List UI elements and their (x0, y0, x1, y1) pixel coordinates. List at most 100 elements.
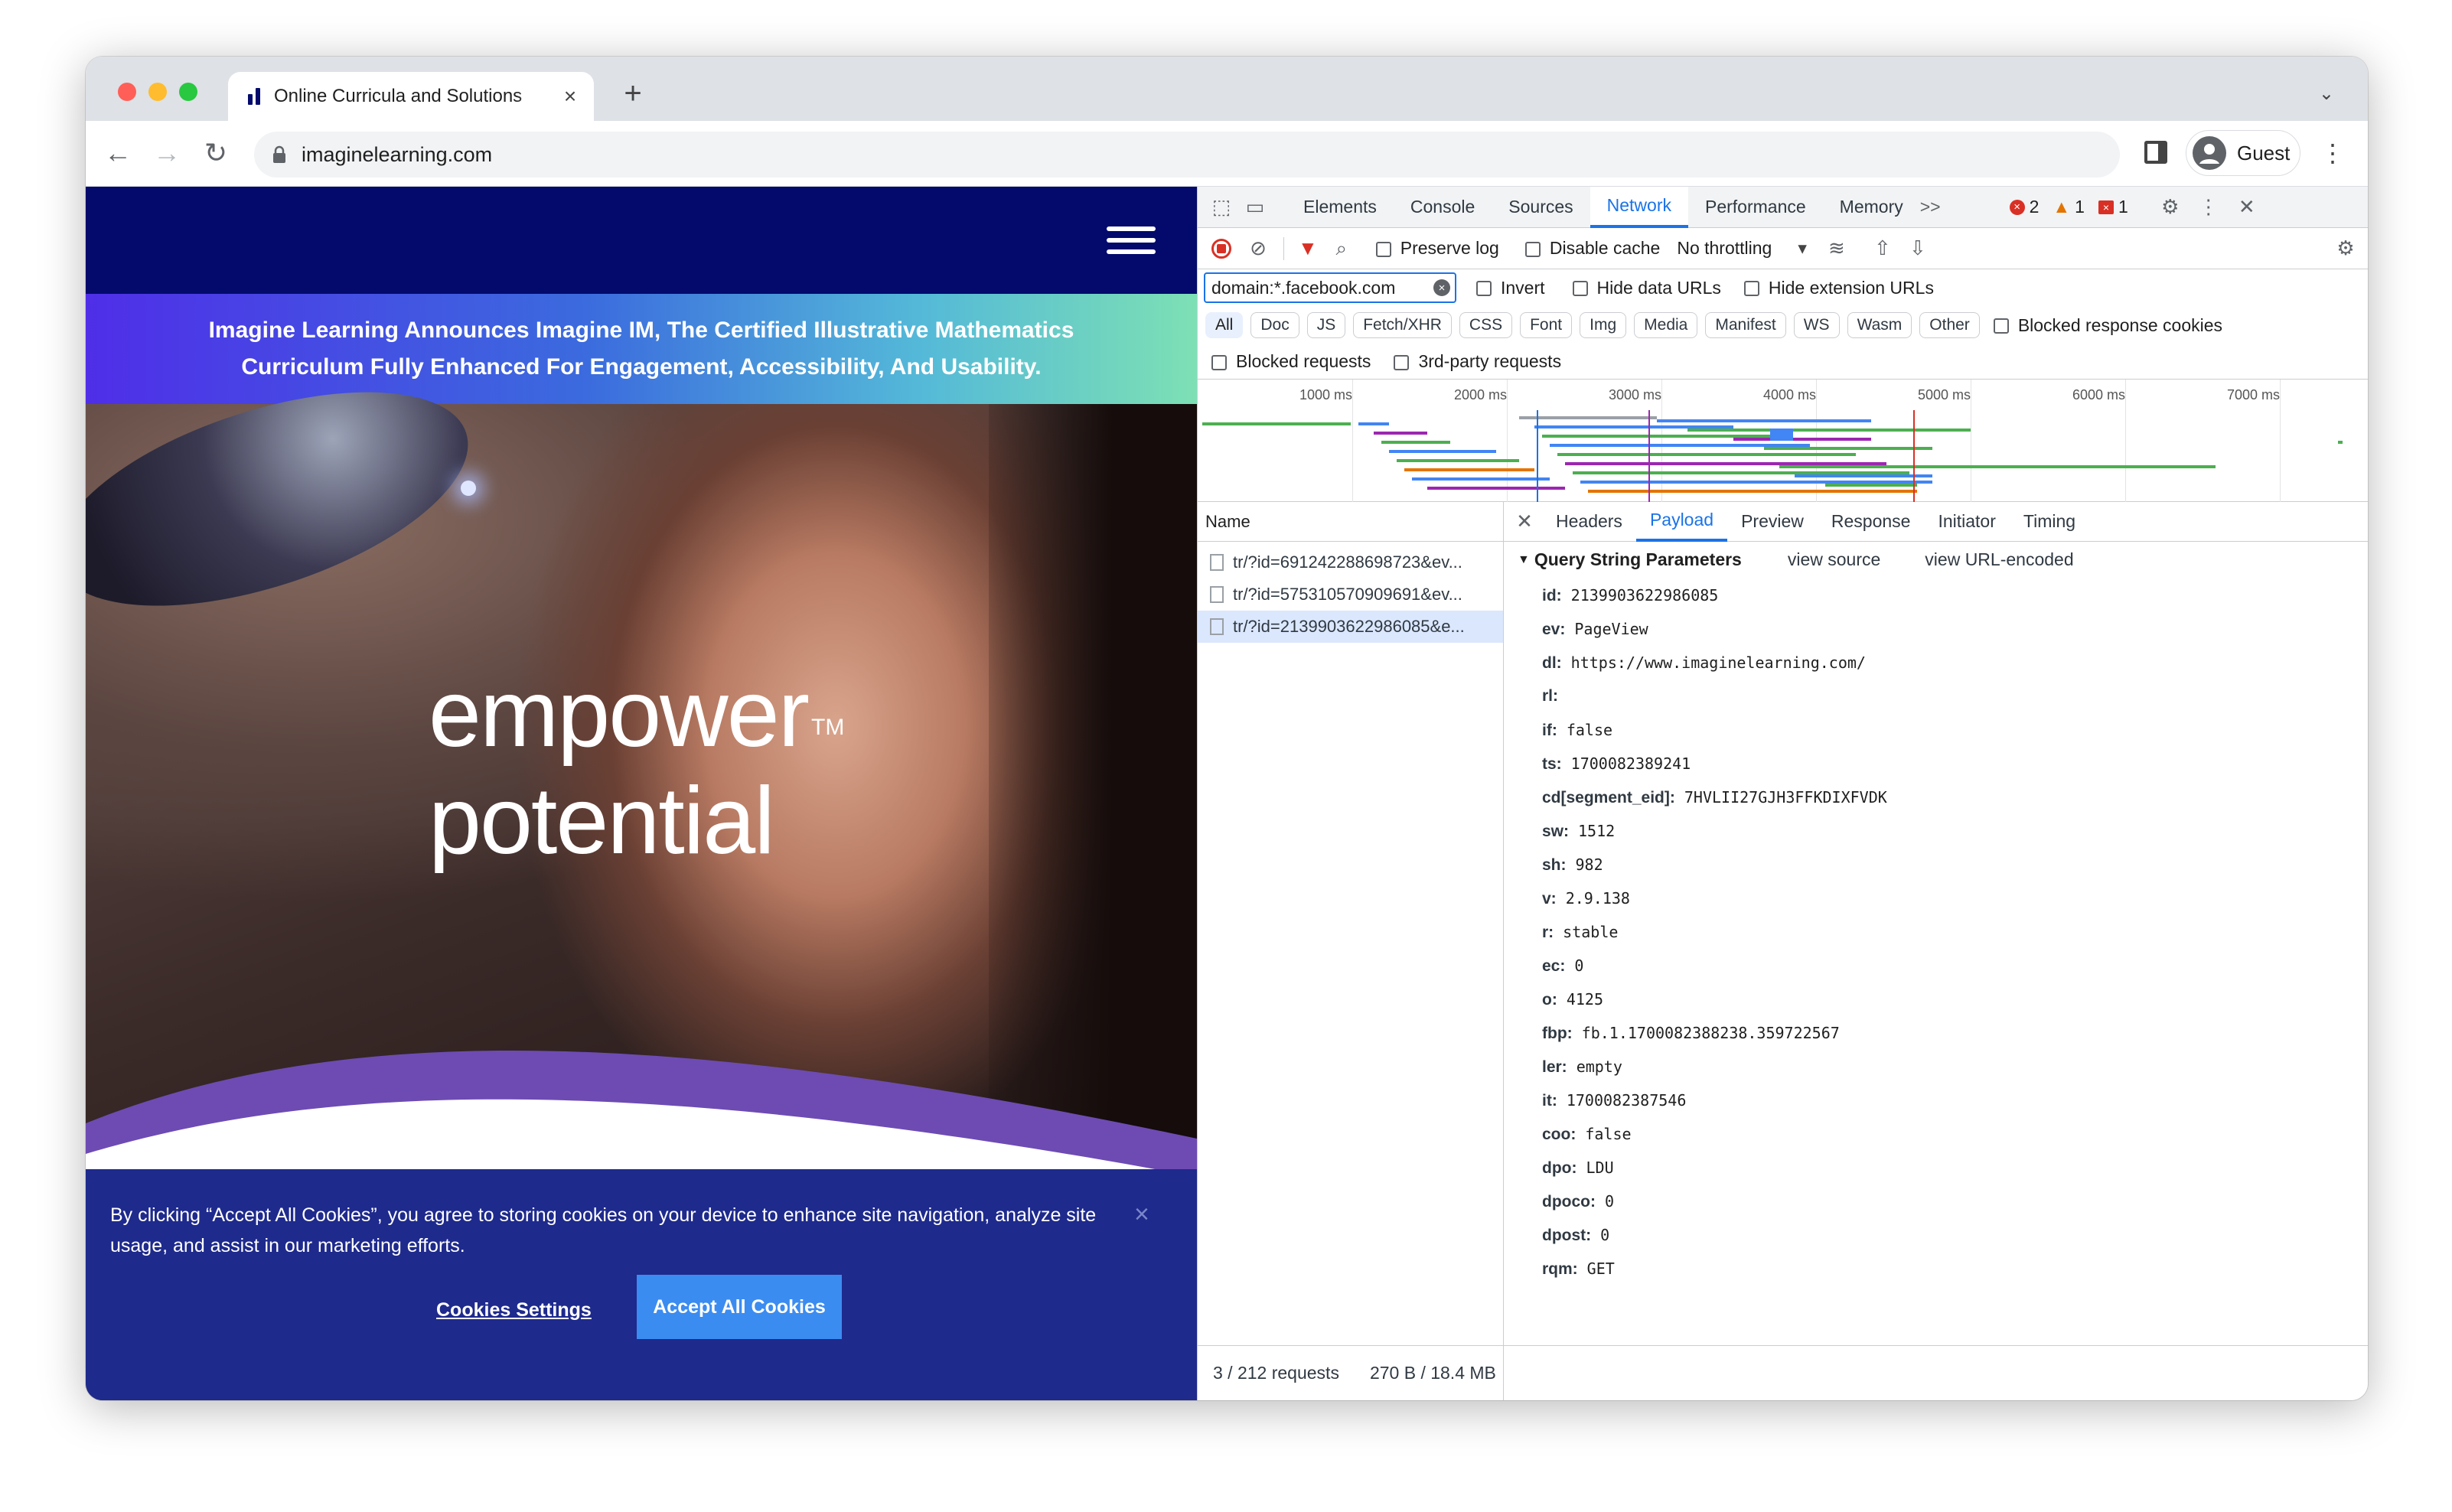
record-stop-icon[interactable] (1211, 238, 1231, 259)
close-devtools-icon[interactable]: ✕ (2235, 195, 2258, 219)
filter-all[interactable]: All (1205, 312, 1244, 338)
settings-gear-icon[interactable]: ⚙ (2159, 195, 2182, 219)
hide-data-urls-checkbox[interactable]: Hide data URLs (1572, 278, 1721, 298)
throttling-select[interactable]: No throttling ▾ (1677, 238, 1807, 259)
tab-elements[interactable]: Elements (1286, 187, 1394, 228)
warning-count-badge[interactable]: ▲ 1 (2053, 197, 2085, 217)
query-param-row: dpo: LDU (1542, 1158, 1614, 1178)
tab-console[interactable]: Console (1394, 187, 1492, 228)
detail-bottom-area (1504, 1345, 2368, 1400)
filter-font[interactable]: Font (1520, 312, 1573, 338)
param-value: false (1566, 721, 1613, 739)
param-key: dl: (1542, 654, 1562, 672)
hide-extension-urls-checkbox[interactable]: Hide extension URLs (1743, 277, 1934, 298)
network-settings-gear-icon[interactable]: ⚙ (2334, 236, 2357, 260)
tab-preview[interactable]: Preview (1727, 502, 1818, 542)
hamburger-menu-icon[interactable] (1107, 226, 1156, 254)
filter-ws[interactable]: WS (1793, 312, 1840, 338)
tab-timing[interactable]: Timing (2010, 502, 2089, 542)
clear-filter-icon[interactable]: × (1433, 279, 1450, 296)
filter-css[interactable]: CSS (1459, 312, 1513, 338)
disable-cache-label: Disable cache (1549, 238, 1661, 258)
error-count: 2 (2029, 197, 2040, 217)
view-source-link[interactable]: view source (1788, 549, 1880, 570)
zoom-window-button[interactable] (179, 83, 197, 101)
view-url-encoded-link[interactable]: view URL-encoded (1925, 549, 2073, 570)
side-panel-icon[interactable] (2144, 141, 2167, 164)
third-party-requests-checkbox[interactable]: 3rd-party requests (1394, 351, 1561, 372)
invert-checkbox[interactable]: Invert (1476, 278, 1545, 298)
param-value: 4125 (1566, 990, 1603, 1009)
tab-payload[interactable]: Payload (1635, 502, 1728, 542)
tab-close-icon[interactable]: × (559, 84, 582, 109)
param-value: false (1585, 1125, 1632, 1143)
filter-funnel-icon[interactable]: ▼ (1298, 236, 1318, 260)
blocked-response-cookies-checkbox[interactable]: Blocked response cookies (1993, 315, 2222, 336)
filter-media[interactable]: Media (1634, 312, 1698, 338)
reload-icon[interactable]: ↻ (199, 138, 233, 168)
search-icon[interactable]: ⌕ (1330, 236, 1353, 260)
query-string-section-header[interactable]: ▼ Query String Parameters view source vi… (1518, 549, 2074, 570)
browser-tab[interactable]: Online Curricula and Solutions × (228, 72, 594, 121)
filter-input[interactable]: domain:*.facebook.com × (1204, 272, 1456, 303)
new-tab-button[interactable]: + (614, 77, 652, 111)
import-har-icon[interactable]: ⇧ (1871, 236, 1894, 260)
close-detail-icon[interactable]: ✕ (1513, 510, 1536, 533)
invert-label: Invert (1501, 277, 1545, 298)
filter-js[interactable]: JS (1306, 312, 1346, 338)
issues-count-badge[interactable]: × 1 (2098, 197, 2128, 217)
more-tabs-icon[interactable]: >> (1920, 197, 1941, 217)
param-value: LDU (1586, 1158, 1614, 1177)
request-row[interactable]: tr/?id=691242288698723&ev... (1198, 546, 1503, 578)
param-value: 0 (1604, 1192, 1615, 1211)
param-key: ts: (1542, 755, 1562, 773)
error-count-badge[interactable]: × 2 (2009, 197, 2040, 217)
disable-cache-checkbox[interactable]: Disable cache (1524, 238, 1661, 259)
tab-performance[interactable]: Performance (1688, 187, 1823, 228)
network-overview-timeline[interactable]: 1000 ms 2000 ms 3000 ms 4000 ms 5000 ms … (1198, 380, 2368, 502)
devtools-menu-icon[interactable]: ⋮ (2197, 195, 2220, 219)
profile-button[interactable]: Guest (2186, 130, 2300, 176)
back-arrow-icon[interactable]: ← (101, 138, 135, 168)
forward-arrow-icon[interactable]: → (150, 138, 184, 168)
query-param-row: coo: false (1542, 1125, 1632, 1144)
filter-img[interactable]: Img (1580, 312, 1627, 338)
browser-menu-icon[interactable]: ⋮ (2320, 139, 2345, 167)
accept-all-cookies-button[interactable]: Accept All Cookies (637, 1275, 842, 1339)
filter-wasm[interactable]: Wasm (1847, 312, 1912, 338)
tab-network[interactable]: Network (1590, 186, 1688, 228)
tab-response[interactable]: Response (1818, 502, 1925, 542)
device-toolbar-icon[interactable]: ▭ (1244, 195, 1267, 219)
filter-doc[interactable]: Doc (1250, 312, 1299, 338)
request-row-selected[interactable]: tr/?id=2139903622986085&e... (1198, 611, 1503, 643)
tab-memory[interactable]: Memory (1823, 187, 1920, 228)
tab-search-icon[interactable]: ⌄ (2319, 83, 2334, 105)
export-har-icon[interactable]: ⇩ (1906, 236, 1929, 260)
hide-extension-urls-label: Hide extension URLs (1768, 277, 1934, 298)
request-name: tr/?id=2139903622986085&e... (1233, 617, 1465, 636)
close-window-button[interactable] (118, 83, 136, 101)
minimize-window-button[interactable] (148, 83, 167, 101)
filter-other[interactable]: Other (1919, 312, 1980, 338)
network-conditions-icon[interactable]: ≋ (1825, 236, 1848, 260)
request-list: Name tr/?id=691242288698723&ev... tr/?id… (1198, 502, 1504, 1345)
query-param-row: r: stable (1542, 923, 1618, 942)
tab-sources[interactable]: Sources (1492, 187, 1590, 228)
cookies-settings-button[interactable]: Cookies Settings (436, 1299, 592, 1321)
clear-log-icon[interactable]: ⊘ (1247, 236, 1270, 260)
request-name: tr/?id=575310570909691&ev... (1233, 585, 1462, 604)
address-bar[interactable]: imaginelearning.com (254, 132, 2120, 178)
cookie-close-icon[interactable]: × (1134, 1200, 1149, 1230)
tab-headers[interactable]: Headers (1542, 502, 1636, 542)
filter-fetch-xhr[interactable]: Fetch/XHR (1353, 312, 1452, 338)
inspect-element-icon[interactable]: ⬚ (1210, 195, 1233, 219)
announcement-banner[interactable]: Imagine Learning Announces Imagine IM, T… (86, 294, 1197, 404)
tab-initiator[interactable]: Initiator (1924, 502, 2009, 542)
preserve-log-checkbox[interactable]: Preserve log (1375, 238, 1499, 259)
request-row[interactable]: tr/?id=575310570909691&ev... (1198, 578, 1503, 611)
warning-icon: ▲ (2053, 197, 2071, 217)
request-options-row: Blocked requests 3rd-party requests (1198, 344, 2368, 380)
name-column-header[interactable]: Name (1198, 502, 1503, 542)
blocked-requests-checkbox[interactable]: Blocked requests (1211, 351, 1371, 372)
filter-manifest[interactable]: Manifest (1705, 312, 1786, 338)
